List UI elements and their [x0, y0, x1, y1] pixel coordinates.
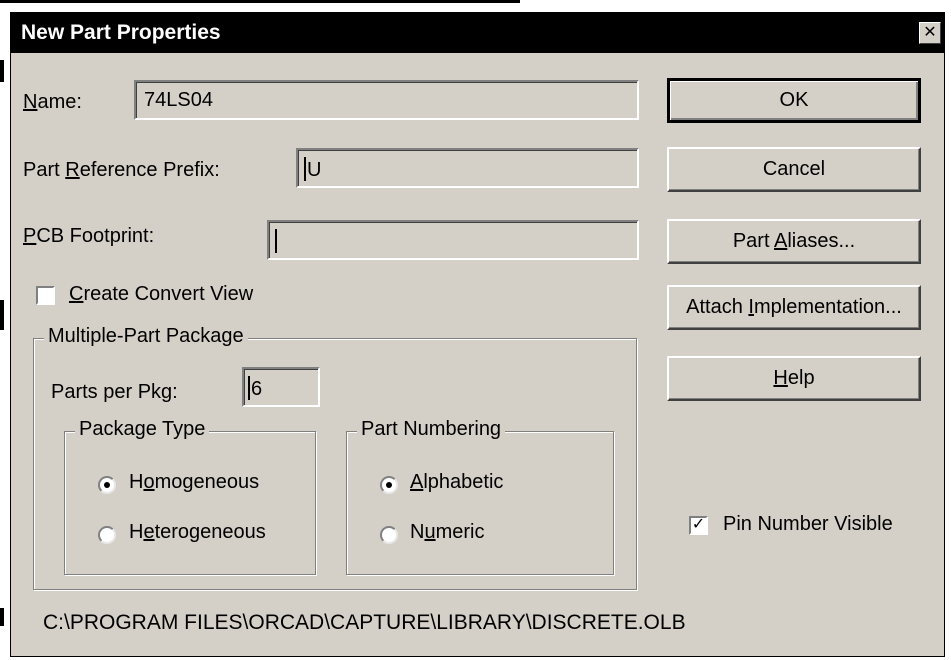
create-convert-view-checkbox[interactable]	[36, 286, 55, 305]
create-convert-view-label: Create Convert View	[69, 283, 254, 305]
check-icon: ✓	[691, 516, 706, 533]
pin-number-visible-checkbox[interactable]: ✓	[689, 516, 708, 535]
parts-per-pkg-field[interactable]: 6	[242, 367, 320, 407]
cancel-button[interactable]: Cancel	[667, 147, 921, 192]
pcb-footprint-label: PCB Footprint:	[23, 225, 155, 247]
text-caret	[304, 157, 306, 181]
radio-selected-dot	[104, 482, 110, 488]
alphabetic-label: Alphabetic	[410, 471, 504, 493]
heterogeneous-label: Heterogeneous	[129, 521, 266, 543]
homogeneous-label: Homogeneous	[129, 471, 260, 493]
close-icon: ✕	[923, 24, 937, 41]
package-type-title: Package Type	[75, 418, 210, 441]
numeric-radio[interactable]	[380, 526, 398, 544]
help-button[interactable]: Help	[667, 356, 921, 401]
part-aliases-button[interactable]: Part Aliases...	[667, 219, 921, 264]
part-numbering-group: Part Numbering Alphabetic Numeric	[346, 418, 614, 575]
name-field[interactable]: 74LS04	[134, 80, 639, 120]
numeric-label: Numeric	[410, 521, 485, 543]
radio-selected-dot	[386, 482, 392, 488]
parts-per-pkg-label: Parts per Pkg:	[51, 381, 178, 403]
homogeneous-radio[interactable]	[98, 476, 116, 494]
title-bar: New Part Properties ✕	[11, 13, 944, 53]
attach-implementation-button[interactable]: Attach Implementation...	[667, 285, 921, 330]
text-caret	[248, 376, 250, 400]
pcb-footprint-field[interactable]	[267, 220, 639, 260]
ok-button[interactable]: OK	[667, 78, 921, 123]
background-edge-mark	[0, 608, 4, 626]
multiple-part-package-group: Multiple-Part Package Parts per Pkg: 6 P…	[33, 325, 637, 590]
part-reference-prefix-label: Part Reference Prefix:	[23, 159, 220, 181]
library-path: C:\PROGRAM FILES\ORCAD\CAPTURE\LIBRARY\D…	[43, 611, 686, 634]
name-label: Name:	[23, 91, 82, 113]
pin-number-visible-label: Pin Number Visible	[723, 513, 893, 535]
multiple-part-package-title: Multiple-Part Package	[44, 325, 248, 348]
background-edge-mark	[0, 300, 4, 330]
part-reference-prefix-field[interactable]: U	[296, 148, 639, 188]
text-caret	[275, 229, 277, 253]
part-numbering-title: Part Numbering	[357, 418, 506, 441]
package-type-group: Package Type Homogeneous Heterogeneous	[64, 418, 316, 575]
alphabetic-radio[interactable]	[380, 476, 398, 494]
background-edge-mark	[0, 60, 4, 82]
heterogeneous-radio[interactable]	[98, 526, 116, 544]
new-part-properties-dialog: New Part Properties ✕ Name: 74LS04 Part …	[10, 12, 945, 657]
close-button[interactable]: ✕	[919, 22, 941, 44]
window-title: New Part Properties	[21, 21, 221, 44]
